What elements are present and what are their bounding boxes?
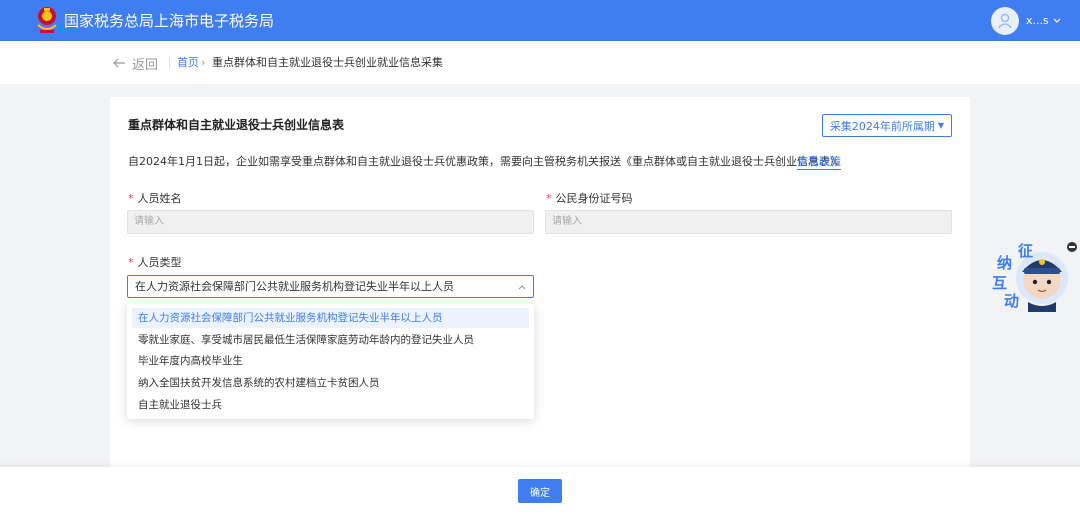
- user-icon: [997, 13, 1013, 29]
- widget-char: 动: [1004, 292, 1019, 310]
- chevron-up-icon: [518, 285, 526, 290]
- widget-char: 互: [992, 274, 1007, 292]
- dropdown-option[interactable]: 纳入全国扶贫开发信息系统的农村建档立卡贫困人员: [132, 373, 529, 393]
- tax-emblem-icon: [37, 7, 57, 33]
- name-input: 请输入: [127, 210, 534, 234]
- policy-notice: 自2024年1月1日起，企业如需享受重点群体和自主就业退役士兵优惠政策，需要向主…: [128, 155, 847, 168]
- caret-down-icon: ▼: [937, 121, 945, 130]
- site-title: 国家税务总局上海市电子税务局: [64, 12, 275, 30]
- id-number-input: 请输入: [545, 210, 952, 234]
- breadcrumb-current: 重点群体和自主就业退役士兵创业就业信息采集: [212, 56, 443, 69]
- chevron-down-icon[interactable]: [1052, 14, 1062, 28]
- name-label-text: 人员姓名: [137, 192, 182, 205]
- dropdown-option[interactable]: 自主就业退役士兵: [132, 395, 529, 415]
- period-select-label: 采集2024年前所属期: [829, 119, 935, 133]
- confirm-button[interactable]: 确定: [518, 479, 562, 503]
- view-policy-link[interactable]: 查看政策: [797, 154, 841, 170]
- breadcrumb-home[interactable]: 首页: [177, 55, 199, 70]
- form-title: 重点群体和自主就业退役士兵创业信息表: [128, 118, 345, 132]
- person-type-label-text: 人员类型: [137, 256, 182, 269]
- id-number-label: * 公民身份证号码: [546, 192, 633, 206]
- dropdown-option[interactable]: 毕业年度内高校毕业生: [132, 351, 529, 371]
- name-label: * 人员姓名: [128, 192, 182, 206]
- tax-interaction-widget[interactable]: 征 纳 互 动: [988, 240, 1070, 312]
- user-avatar-icon[interactable]: [991, 7, 1019, 35]
- person-type-label: * 人员类型: [128, 256, 182, 270]
- back-button[interactable]: 返回: [112, 53, 158, 73]
- person-type-dropdown: 在人力资源社会保障部门公共就业服务机构登记失业半年以上人员 零就业家庭、享受城市…: [127, 303, 534, 419]
- widget-char: 纳: [997, 254, 1012, 272]
- dropdown-option[interactable]: 在人力资源社会保障部门公共就业服务机构登记失业半年以上人员: [132, 308, 529, 328]
- required-mark: *: [128, 192, 134, 205]
- id-number-label-text: 公民身份证号码: [555, 192, 633, 205]
- top-bar: 国家税务总局上海市电子税务局 x...s: [0, 0, 1080, 41]
- widget-char: 征: [1018, 242, 1033, 260]
- breadcrumb-separator: ›: [201, 56, 206, 69]
- period-select-button[interactable]: 采集2024年前所属期 ▼: [822, 114, 952, 137]
- person-type-value: 在人力资源社会保障部门公共就业服务机构登记失业半年以上人员: [135, 280, 454, 293]
- arrow-left-icon: [113, 58, 125, 68]
- divider: [169, 57, 170, 69]
- minus-icon[interactable]: [1067, 242, 1077, 252]
- user-name[interactable]: x...s: [1026, 14, 1049, 28]
- dropdown-option[interactable]: 零就业家庭、享受城市居民最低生活保障家庭劳动年龄内的登记失业人员: [132, 330, 529, 350]
- person-type-select[interactable]: 在人力资源社会保障部门公共就业服务机构登记失业半年以上人员: [127, 275, 534, 298]
- nav-bar: 返回 首页 › 重点群体和自主就业退役士兵创业就业信息采集: [0, 41, 1080, 84]
- back-label: 返回: [132, 57, 159, 73]
- required-mark: *: [546, 192, 552, 205]
- required-mark: *: [128, 256, 134, 269]
